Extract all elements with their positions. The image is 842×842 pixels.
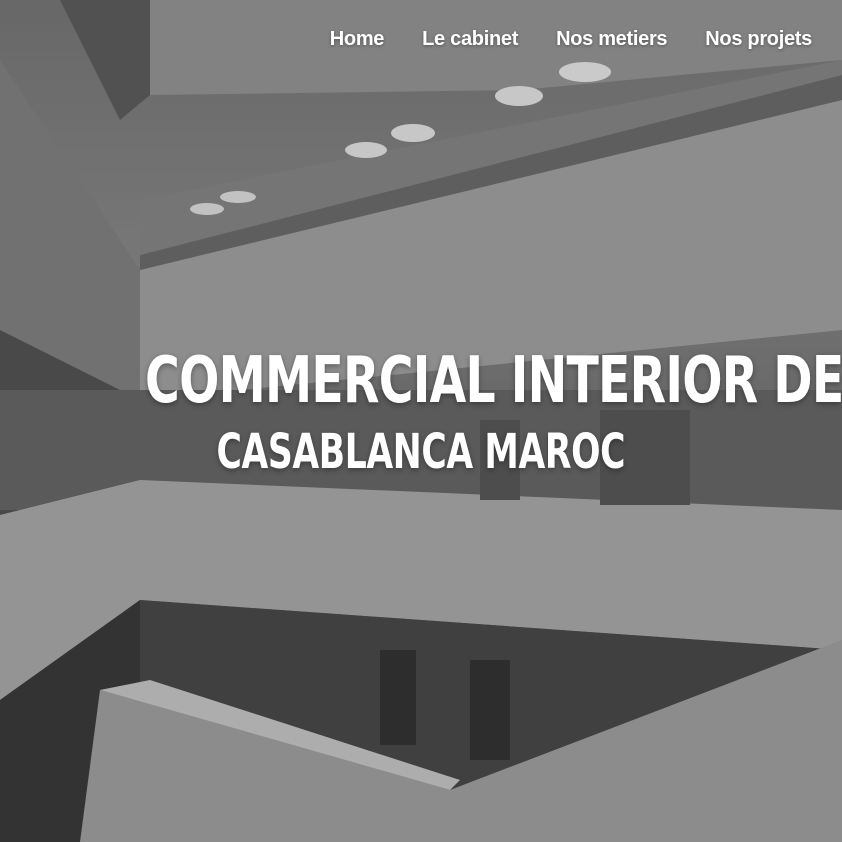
nav-link-nos-metiers[interactable]: Nos metiers <box>556 28 668 51</box>
hero-section: Home Le cabinet Nos metiers Nos projets … <box>0 0 842 842</box>
hero-subtitle-wrap: CASABLANCA MAROC <box>0 420 842 484</box>
main-navigation: Home Le cabinet Nos metiers Nos projets <box>330 28 813 51</box>
nav-link-le-cabinet[interactable]: Le cabinet <box>422 28 518 51</box>
nav-link-home[interactable]: Home <box>330 28 385 51</box>
hero-headline: COMMERCIAL INTERIOR DESIGN CASABLANCA MA… <box>0 338 842 484</box>
hero-subtitle: CASABLANCA MAROC <box>216 424 626 480</box>
hero-title: COMMERCIAL INTERIOR DESIGN <box>145 344 842 418</box>
nav-link-nos-projets[interactable]: Nos projets <box>705 28 812 51</box>
